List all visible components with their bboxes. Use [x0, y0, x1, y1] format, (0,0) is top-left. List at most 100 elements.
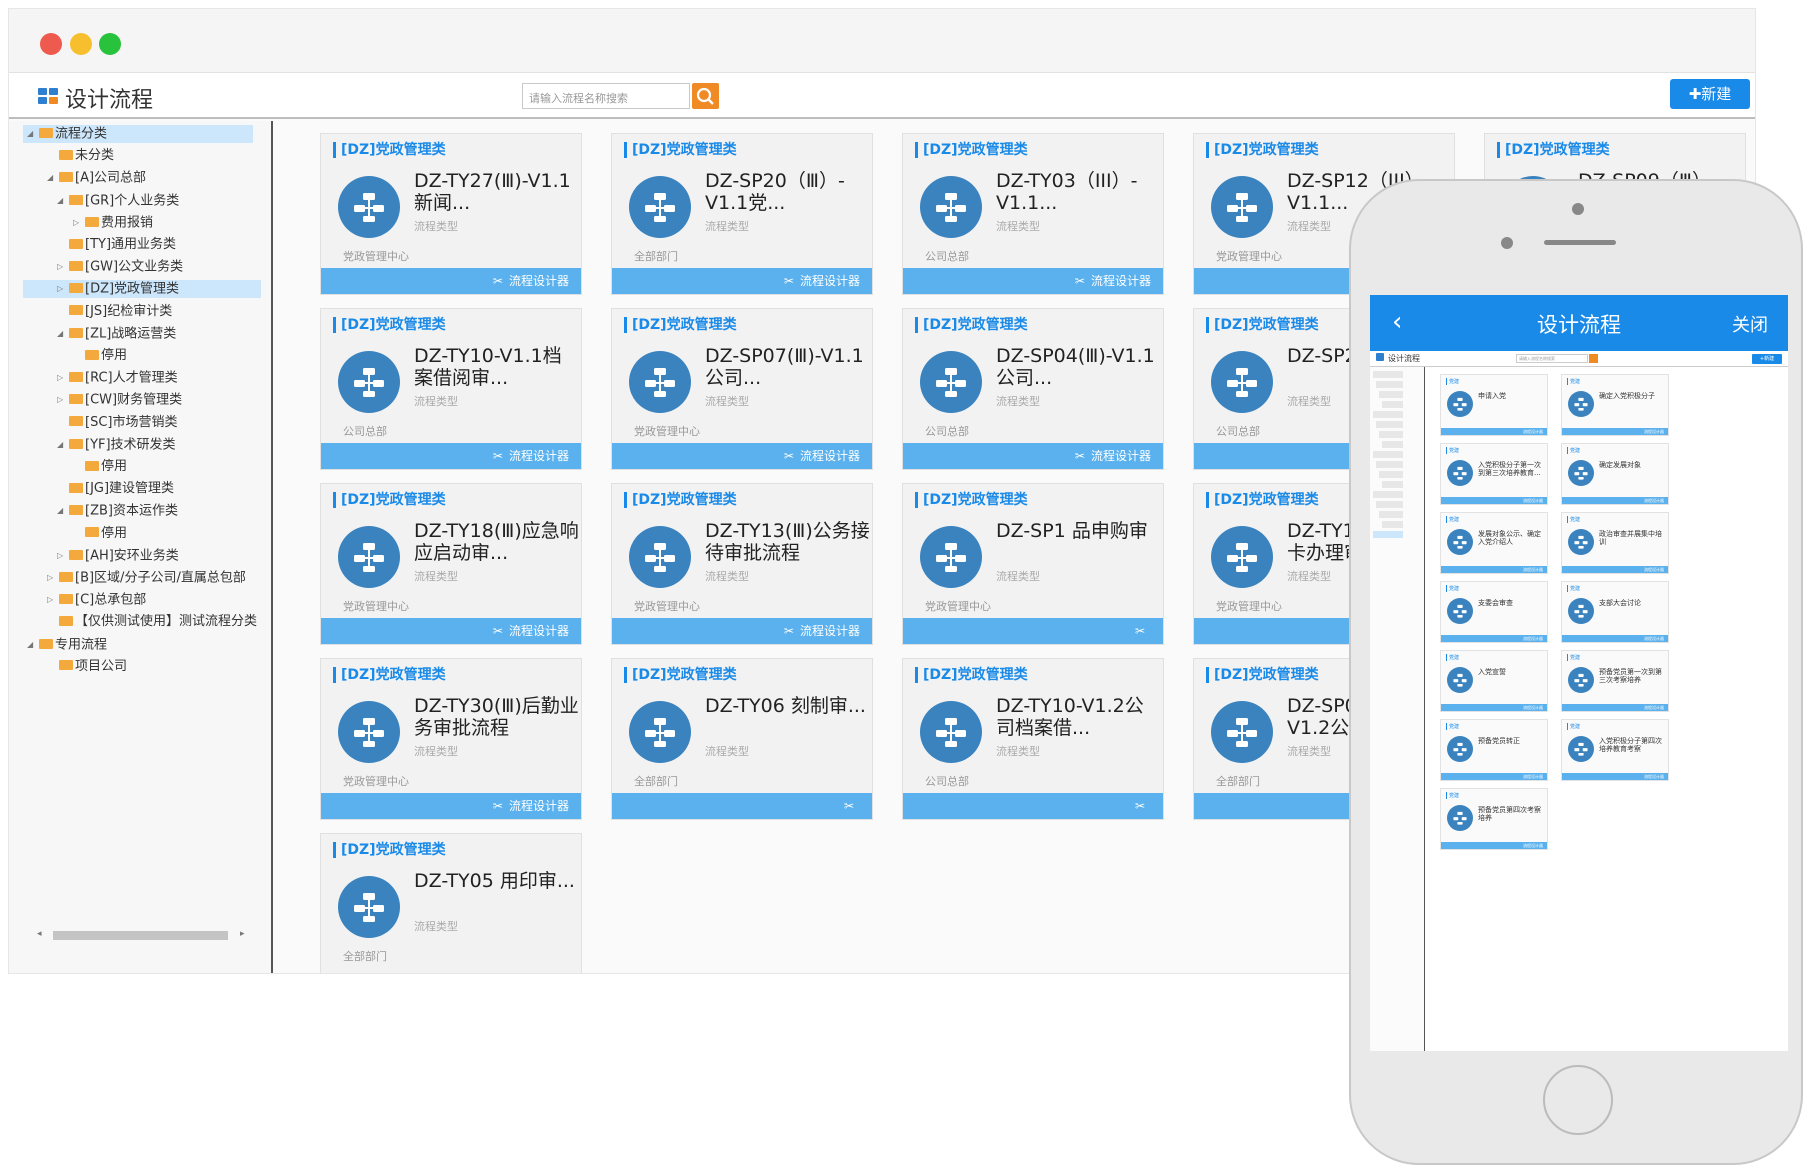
- mobile-flow-card[interactable]: 党建 入党宣誓 流程设计器: [1440, 650, 1548, 712]
- mobile-flow-card[interactable]: 党建 预备党员第一次到第三次考察培养 流程设计器: [1561, 650, 1669, 712]
- mobile-flow-card[interactable]: 党建 确定发展对象 流程设计器: [1561, 443, 1669, 505]
- tree-expand-icon[interactable]: ◢: [57, 436, 69, 454]
- flow-designer-button[interactable]: ✂ 流程设计器: [612, 268, 872, 294]
- mobile-flow-card[interactable]: 党建 入党积极分子第四次培养教育考察 流程设计器: [1561, 719, 1669, 781]
- mobile-tree-node[interactable]: [1373, 531, 1403, 538]
- mobile-tree-node[interactable]: [1379, 511, 1403, 518]
- tree-expand-icon[interactable]: ▷: [57, 369, 69, 387]
- tree-node[interactable]: ◢ [ZB]资本运作类: [57, 502, 178, 520]
- mobile-tree-node[interactable]: [1376, 501, 1403, 508]
- flow-designer-button[interactable]: ✂ 流程设计器: [321, 618, 581, 644]
- close-window-button[interactable]: [40, 33, 62, 55]
- mobile-tree-node[interactable]: [1382, 441, 1403, 448]
- horizontal-scrollbar[interactable]: ◂ ▸: [37, 929, 252, 941]
- flow-card[interactable]: [DZ]党政管理类 DZ-SP04(Ⅲ)-V1.1公司... 流程类型 公司总部 ✂ 流程…: [902, 308, 1164, 470]
- tree-node[interactable]: ◢ [A]公司总部: [47, 169, 146, 187]
- mobile-flow-card[interactable]: 党建 支委会审查 流程设计器: [1440, 581, 1548, 643]
- mobile-flow-designer-button[interactable]: 流程设计器: [1562, 773, 1668, 780]
- mobile-flow-card[interactable]: 党建 确定入党积极分子 流程设计器: [1561, 374, 1669, 436]
- tree-expand-icon[interactable]: ◢: [47, 169, 59, 187]
- tree-expand-icon[interactable]: ▷: [57, 258, 69, 276]
- mobile-tree-node[interactable]: [1379, 431, 1403, 438]
- tree-node[interactable]: 停用: [73, 525, 127, 543]
- tree-node[interactable]: ▷ [CW]财务管理类: [57, 391, 182, 409]
- home-button[interactable]: [1543, 1065, 1613, 1135]
- mobile-tree-node[interactable]: [1376, 461, 1403, 468]
- mobile-flow-designer-button[interactable]: 流程设计器: [1441, 566, 1547, 573]
- mobile-flow-designer-button[interactable]: 流程设计器: [1441, 842, 1547, 849]
- maximize-window-button[interactable]: [99, 33, 121, 55]
- tree-node[interactable]: ▷ [RC]人才管理类: [57, 369, 178, 387]
- tree-expand-icon[interactable]: ◢: [57, 325, 69, 343]
- flow-designer-button[interactable]: ✂: [903, 618, 1163, 644]
- flow-card[interactable]: [DZ]党政管理类 DZ-TY03（III）-V1.1... 流程类型 公司总部 ✂ 流程…: [902, 133, 1164, 295]
- mobile-flow-designer-button[interactable]: 流程设计器: [1441, 635, 1547, 642]
- mobile-tree-node[interactable]: [1379, 471, 1403, 478]
- mobile-flow-card[interactable]: 党建 入党积极分子第一次到第三次培养教育... 流程设计器: [1440, 443, 1548, 505]
- tree-node[interactable]: ◢ 专用流程: [27, 636, 107, 654]
- new-flow-button[interactable]: ✚新建: [1670, 79, 1750, 109]
- tree-expand-icon[interactable]: ▷: [47, 569, 59, 587]
- flow-designer-button[interactable]: ✂ 流程设计器: [612, 443, 872, 469]
- mobile-tree-node[interactable]: [1376, 421, 1403, 428]
- tree-node[interactable]: ◢ [ZL]战略运营类: [57, 325, 176, 343]
- mobile-flow-designer-button[interactable]: 流程设计器: [1562, 497, 1668, 504]
- tree-node[interactable]: ▷ [DZ]党政管理类: [23, 280, 261, 299]
- flow-card[interactable]: [DZ]党政管理类 DZ-TY13(Ⅲ)公务接待审批流程 流程类型 党政管理中心 ✂ 流程…: [611, 483, 873, 645]
- search-input[interactable]: 请输入流程名称搜索: [522, 83, 690, 109]
- mobile-flow-designer-button[interactable]: 流程设计器: [1562, 428, 1668, 435]
- search-icon[interactable]: [1589, 354, 1598, 363]
- tree-node[interactable]: ▷ [C]总承包部: [47, 591, 146, 609]
- flow-card[interactable]: [DZ]党政管理类 DZ-TY06 刻制审... 流程类型 全部部门 ✂: [611, 658, 873, 820]
- tree-node[interactable]: 【仅供测试使用】测试流程分类: [47, 613, 257, 631]
- flow-card[interactable]: [DZ]党政管理类 DZ-SP1 品申购审 流程类型 党政管理中心 ✂: [902, 483, 1164, 645]
- mobile-flow-card[interactable]: 党建 发展对象公示、确定入党介绍人 流程设计器: [1440, 512, 1548, 574]
- tree-expand-icon[interactable]: ◢: [27, 125, 39, 143]
- flow-designer-button[interactable]: ✂ 流程设计器: [903, 443, 1163, 469]
- tree-node[interactable]: ◢ 流程分类: [23, 125, 253, 143]
- tree-node[interactable]: 未分类: [47, 147, 114, 165]
- tree-expand-icon[interactable]: ◢: [27, 636, 39, 654]
- mobile-flow-designer-button[interactable]: 流程设计器: [1441, 428, 1547, 435]
- mobile-tree-node[interactable]: [1379, 391, 1403, 398]
- minimize-window-button[interactable]: [70, 33, 92, 55]
- tree-node[interactable]: 停用: [73, 347, 127, 365]
- tree-node[interactable]: ◢ [YF]技术研发类: [57, 436, 176, 454]
- mobile-flow-designer-button[interactable]: 流程设计器: [1441, 704, 1547, 711]
- mobile-tree-node[interactable]: [1382, 521, 1403, 528]
- mobile-search-input[interactable]: 请输入流程名称搜索: [1516, 354, 1588, 363]
- tree-node[interactable]: 项目公司: [47, 658, 127, 676]
- mobile-tree-node[interactable]: [1382, 481, 1403, 488]
- tree-node[interactable]: [JG]建设管理类: [57, 480, 174, 498]
- mobile-flow-card[interactable]: 党建 政治审查并展集中培训 流程设计器: [1561, 512, 1669, 574]
- mobile-flow-designer-button[interactable]: 流程设计器: [1441, 773, 1547, 780]
- flow-card[interactable]: [DZ]党政管理类 DZ-SP20（Ⅲ）-V1.1党... 流程类型 全部部门 ✂ 流程设…: [611, 133, 873, 295]
- flow-designer-button[interactable]: ✂ 流程设计器: [321, 443, 581, 469]
- flow-card[interactable]: [DZ]党政管理类 DZ-TY30(Ⅲ)后勤业务审批流程 流程类型 党政管理中心 ✂ 流程…: [320, 658, 582, 820]
- scrollbar-thumb[interactable]: [53, 931, 228, 940]
- mobile-tree-node[interactable]: [1382, 401, 1403, 408]
- search-button[interactable]: [692, 83, 719, 109]
- flow-designer-button[interactable]: ✂ 流程设计器: [612, 618, 872, 644]
- flow-card[interactable]: [DZ]党政管理类 DZ-TY10-V1.1档案借阅审... 流程类型 公司总部 ✂ 流程…: [320, 308, 582, 470]
- tree-expand-icon[interactable]: ▷: [57, 391, 69, 409]
- mobile-flow-card[interactable]: 党建 申请入党 流程设计器: [1440, 374, 1548, 436]
- mobile-tree-node[interactable]: [1373, 491, 1403, 498]
- tree-expand-icon[interactable]: ▷: [47, 591, 59, 609]
- tree-node[interactable]: ▷ [AH]安环业务类: [57, 547, 179, 565]
- scroll-left-icon[interactable]: ◂: [37, 929, 42, 939]
- flow-designer-button[interactable]: ✂ 流程设计器: [321, 268, 581, 294]
- flow-designer-button[interactable]: ✂: [903, 793, 1163, 819]
- tree-node[interactable]: [TY]通用业务类: [57, 236, 176, 254]
- flow-designer-button[interactable]: ✂ 流程设计器: [903, 268, 1163, 294]
- mobile-flow-card[interactable]: 党建 预备党员转正 流程设计器: [1440, 719, 1548, 781]
- mobile-new-button[interactable]: +新建: [1752, 354, 1782, 364]
- mobile-flow-designer-button[interactable]: 流程设计器: [1562, 635, 1668, 642]
- mobile-tree-node[interactable]: [1376, 381, 1403, 388]
- tree-expand-icon[interactable]: ◢: [57, 502, 69, 520]
- tree-expand-icon[interactable]: ▷: [57, 547, 69, 565]
- flow-card[interactable]: [DZ]党政管理类 DZ-TY10-V1.2公司档案借... 流程类型 公司总部 ✂: [902, 658, 1164, 820]
- tree-expand-icon[interactable]: ◢: [57, 192, 69, 210]
- flow-card[interactable]: [DZ]党政管理类 DZ-TY27(Ⅲ)-V1.1新闻... 流程类型 党政管理中心 ✂…: [320, 133, 582, 295]
- tree-node[interactable]: [SC]市场营销类: [57, 414, 177, 432]
